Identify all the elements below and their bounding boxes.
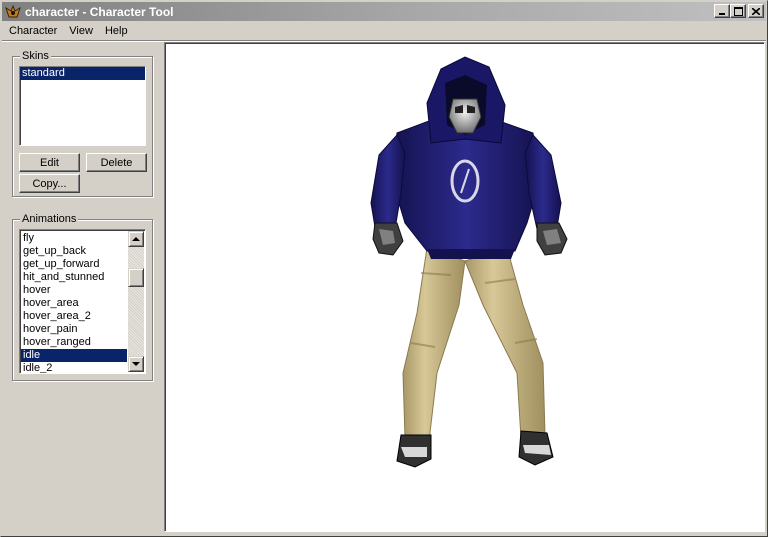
- edit-skin-button[interactable]: Edit: [19, 153, 80, 172]
- scroll-thumb[interactable]: [128, 268, 144, 287]
- skins-list-item[interactable]: standard: [20, 67, 145, 80]
- animation-item-idle-2[interactable]: idle_2: [21, 362, 127, 373]
- skins-group: Skins standard Edit Delete Copy...: [12, 50, 153, 197]
- skins-label: Skins: [20, 50, 51, 62]
- close-icon: [752, 7, 760, 15]
- window-title: character - Character Tool: [25, 4, 174, 19]
- copy-skin-button[interactable]: Copy...: [19, 174, 80, 193]
- animation-item-hover-pain[interactable]: hover_pain: [21, 323, 127, 336]
- scroll-up-icon: [132, 237, 140, 241]
- character-model: [370, 56, 568, 468]
- maximize-icon: [733, 6, 743, 16]
- animation-item-hover-area-2[interactable]: hover_area_2: [21, 310, 127, 323]
- close-button[interactable]: [748, 4, 764, 18]
- minimize-button[interactable]: [714, 4, 730, 18]
- scroll-up-button[interactable]: [128, 231, 144, 247]
- animations-group: Animations fly get_up_back get_up_forwar…: [12, 213, 153, 381]
- animations-scrollbar[interactable]: [128, 231, 144, 372]
- animation-item-hover[interactable]: hover: [21, 284, 127, 297]
- animation-item-get-up-forward[interactable]: get_up_forward: [21, 258, 127, 271]
- minimize-icon: [719, 13, 725, 15]
- skins-list[interactable]: standard: [19, 66, 146, 146]
- animations-label: Animations: [20, 213, 79, 225]
- menu-help[interactable]: Help: [98, 25, 133, 37]
- animation-item-idle[interactable]: idle: [21, 349, 127, 362]
- scroll-down-icon: [132, 362, 140, 366]
- animations-items: fly get_up_back get_up_forward hit_and_s…: [21, 232, 127, 373]
- app-icon[interactable]: [5, 4, 21, 20]
- scroll-down-button[interactable]: [128, 356, 144, 372]
- app-window: character - Character Tool Character Vie…: [0, 0, 768, 537]
- menu-view[interactable]: View: [62, 25, 98, 37]
- animations-list[interactable]: fly get_up_back get_up_forward hit_and_s…: [19, 229, 146, 374]
- maximize-button[interactable]: [730, 4, 746, 18]
- animation-item-hit-and-stunned[interactable]: hit_and_stunned: [21, 271, 127, 284]
- window-controls: [714, 4, 764, 18]
- menu-bar: Character View Help: [2, 21, 766, 40]
- menu-character[interactable]: Character: [2, 25, 62, 37]
- animation-item-hover-ranged[interactable]: hover_ranged: [21, 336, 127, 349]
- window-bottom-edge: [2, 533, 766, 536]
- character-viewport[interactable]: [164, 42, 765, 532]
- animation-item-get-up-back[interactable]: get_up_back: [21, 245, 127, 258]
- animation-item-hover-area[interactable]: hover_area: [21, 297, 127, 310]
- title-bar[interactable]: character - Character Tool: [2, 2, 766, 21]
- delete-skin-button[interactable]: Delete: [86, 153, 147, 172]
- animation-item-fly[interactable]: fly: [21, 232, 127, 245]
